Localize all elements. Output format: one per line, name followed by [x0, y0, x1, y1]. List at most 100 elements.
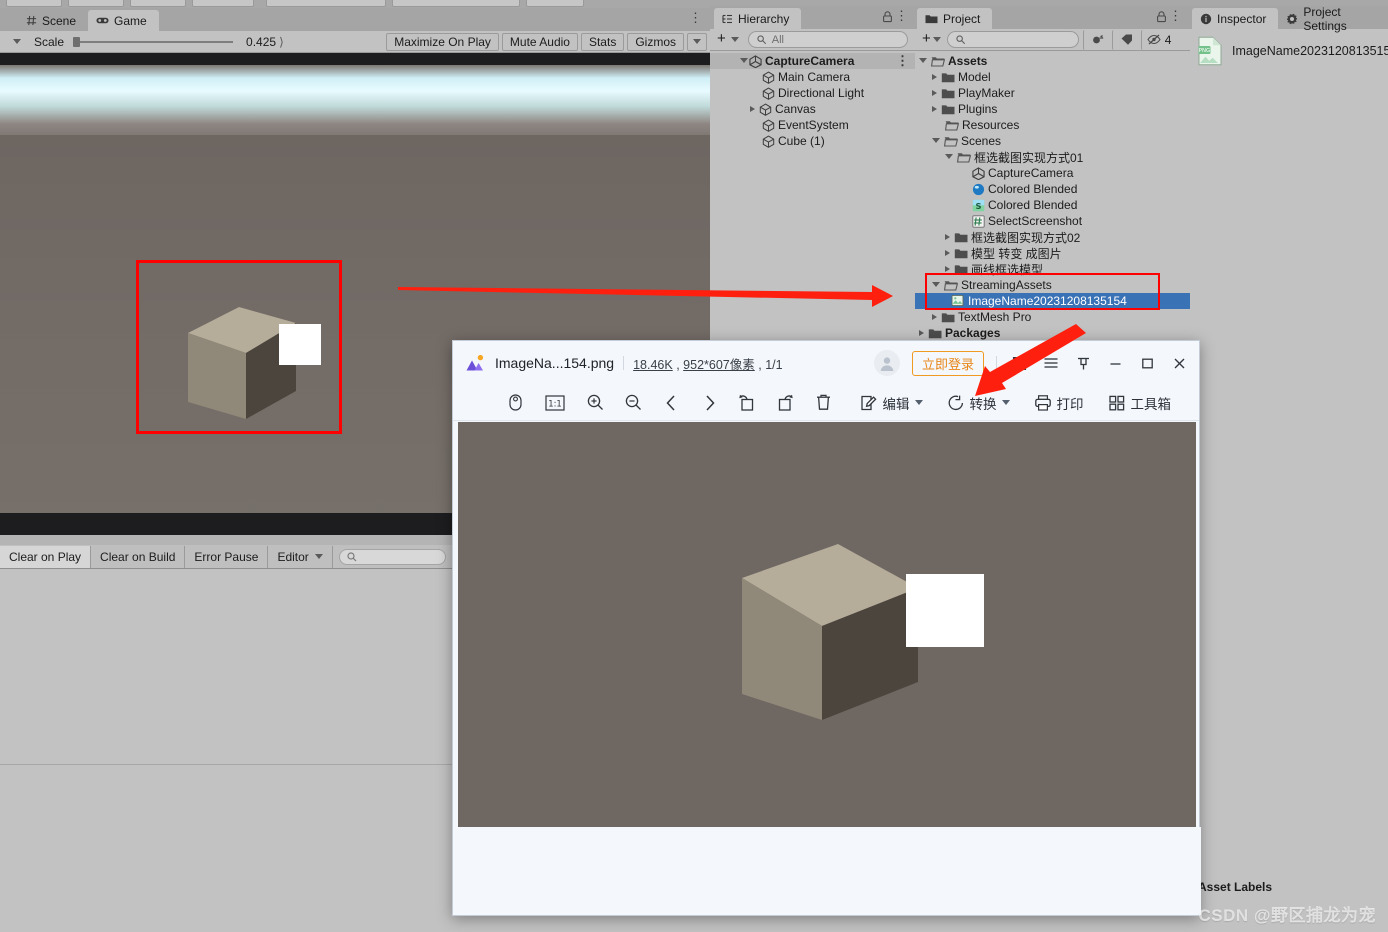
- minimize-icon[interactable]: [1105, 353, 1125, 373]
- scale-slider[interactable]: [73, 35, 234, 49]
- hierarchy-item-directional-light[interactable]: Directional Light: [710, 85, 915, 101]
- project-item-model[interactable]: Model: [915, 69, 1190, 85]
- next-image-icon[interactable]: [699, 393, 719, 413]
- chevron-down-icon[interactable]: [945, 154, 953, 162]
- tab-inspector[interactable]: Inspector: [1192, 8, 1279, 29]
- chevron-down-icon[interactable]: [730, 36, 739, 45]
- rotate-left-icon[interactable]: [737, 393, 757, 413]
- toolbar-button[interactable]: [6, 0, 62, 7]
- project-item-folder-model-to-image[interactable]: 模型 转变 成图片: [915, 245, 1190, 261]
- project-item-folder-02[interactable]: 框选截图实现方式02: [915, 229, 1190, 245]
- chevron-down-icon[interactable]: [919, 58, 927, 66]
- zoom-out-icon[interactable]: [623, 393, 643, 413]
- project-item-scenes[interactable]: Scenes: [915, 133, 1190, 149]
- fullscreen-icon[interactable]: [1009, 353, 1029, 373]
- chevron-right-icon[interactable]: [945, 234, 950, 240]
- hierarchy-item-eventsystem[interactable]: EventSystem: [710, 117, 915, 133]
- tab-game[interactable]: Game: [88, 10, 159, 31]
- project-item-assets[interactable]: Assets: [915, 53, 1190, 69]
- image-viewer-window[interactable]: ImageNa...154.png 18.46K , 952*607像素 , 1…: [452, 340, 1201, 916]
- project-item-plugins[interactable]: Plugins: [915, 101, 1190, 117]
- print-button[interactable]: 打印: [1034, 393, 1084, 413]
- project-item-material-colored-blended[interactable]: Colored Blended: [915, 181, 1190, 197]
- project-item-textmesh-pro[interactable]: TextMesh Pro: [915, 309, 1190, 325]
- hierarchy-item-canvas[interactable]: Canvas: [710, 101, 915, 117]
- close-icon[interactable]: [1169, 353, 1189, 373]
- convert-button[interactable]: 转换: [947, 393, 1010, 413]
- toolbox-button[interactable]: 工具箱: [1108, 393, 1171, 413]
- kebab-menu-icon[interactable]: ⋮: [895, 9, 908, 22]
- mouse-mode-icon[interactable]: [505, 393, 525, 413]
- project-add-button[interactable]: +: [918, 30, 933, 49]
- chevron-down-icon[interactable]: [932, 36, 941, 45]
- login-button[interactable]: 立即登录: [911, 350, 984, 376]
- kebab-menu-icon[interactable]: ⋮: [689, 11, 702, 24]
- previous-image-icon[interactable]: [661, 393, 681, 413]
- project-item-shader-colored-blended[interactable]: S Colored Blended: [915, 197, 1190, 213]
- chevron-right-icon[interactable]: [945, 266, 950, 272]
- pin-icon[interactable]: [1073, 353, 1093, 373]
- hidden-eye-icon[interactable]: 4: [1140, 29, 1177, 50]
- editor-dropdown-button[interactable]: Editor: [268, 545, 333, 568]
- user-avatar-icon[interactable]: [873, 350, 900, 376]
- tab-project-settings[interactable]: Project Settings: [1278, 5, 1388, 33]
- toolbar-button[interactable]: [526, 0, 584, 7]
- mute-audio-button[interactable]: Mute Audio: [501, 32, 578, 51]
- console-splitter[interactable]: [0, 764, 452, 765]
- project-item-playmaker[interactable]: PlayMaker: [915, 85, 1190, 101]
- error-pause-button[interactable]: Error Pause: [185, 545, 269, 568]
- actual-size-icon[interactable]: 1:1: [543, 393, 567, 413]
- console-log-area[interactable]: [0, 569, 452, 932]
- tab-hierarchy[interactable]: Hierarchy: [714, 8, 802, 29]
- project-item-folder-01[interactable]: 框选截图实现方式01: [915, 149, 1190, 165]
- toolbar-button[interactable]: [266, 0, 386, 7]
- edit-button[interactable]: 编辑: [860, 393, 923, 413]
- zoom-in-icon[interactable]: [585, 393, 605, 413]
- stats-button[interactable]: Stats: [580, 32, 625, 51]
- chevron-right-icon[interactable]: [932, 74, 937, 80]
- rotate-right-icon[interactable]: [775, 393, 795, 413]
- viewer-image-canvas[interactable]: [458, 422, 1196, 828]
- hamburger-menu-icon[interactable]: [1041, 353, 1061, 373]
- save-filter-icon[interactable]: [1082, 29, 1112, 50]
- hierarchy-search-input[interactable]: All: [747, 31, 908, 48]
- chevron-down-icon[interactable]: [740, 58, 748, 66]
- project-item-script-selectscreenshot[interactable]: SelectScreenshot: [915, 213, 1190, 229]
- label-icon[interactable]: [1111, 29, 1141, 50]
- toolbar-button[interactable]: [68, 0, 124, 7]
- aspect-dropdown[interactable]: [3, 37, 31, 47]
- chevron-right-icon[interactable]: [919, 330, 924, 336]
- delete-icon[interactable]: [813, 393, 833, 413]
- chevron-right-icon[interactable]: [932, 106, 937, 112]
- maximize-on-play-button[interactable]: Maximize On Play: [386, 32, 499, 51]
- hierarchy-item-cube-1[interactable]: Cube (1): [710, 133, 915, 149]
- chevron-right-icon[interactable]: [945, 250, 950, 256]
- viewer-titlebar[interactable]: ImageNa...154.png 18.46K , 952*607像素 , 1…: [453, 341, 1199, 385]
- chevron-right-icon[interactable]: [932, 90, 937, 96]
- toolbar-button[interactable]: [392, 0, 520, 7]
- lock-icon[interactable]: [1156, 11, 1167, 26]
- kebab-menu-icon[interactable]: ⋮: [896, 53, 909, 69]
- project-item-packages[interactable]: Packages: [915, 325, 1190, 341]
- chevron-down-icon[interactable]: [932, 138, 940, 146]
- project-item-resources[interactable]: Resources: [915, 117, 1190, 133]
- clear-on-build-button[interactable]: Clear on Build: [91, 545, 186, 568]
- toolbar-button[interactable]: [130, 0, 186, 7]
- gizmos-button[interactable]: Gizmos: [627, 32, 684, 51]
- hierarchy-add-button[interactable]: +: [713, 30, 728, 49]
- lock-icon[interactable]: [882, 11, 893, 26]
- hierarchy-tree[interactable]: CaptureCamera ⋮ Main Camera Directional …: [710, 51, 915, 149]
- maximize-icon[interactable]: [1137, 353, 1157, 373]
- project-search-input[interactable]: [946, 31, 1079, 48]
- tab-scene[interactable]: Scene: [18, 10, 89, 31]
- toolbar-button[interactable]: [192, 0, 254, 7]
- project-item-capturecamera-scene[interactable]: CaptureCamera: [915, 165, 1190, 181]
- console-search-input[interactable]: [338, 548, 446, 565]
- clear-on-play-button[interactable]: Clear on Play: [0, 545, 92, 568]
- kebab-menu-icon[interactable]: ⋮: [1169, 9, 1182, 22]
- hierarchy-item-capturecamera[interactable]: CaptureCamera ⋮: [710, 53, 915, 69]
- chevron-right-icon[interactable]: [750, 106, 755, 112]
- chevron-right-icon[interactable]: [932, 314, 937, 320]
- hierarchy-item-main-camera[interactable]: Main Camera: [710, 69, 915, 85]
- gizmos-dropdown[interactable]: [687, 32, 707, 51]
